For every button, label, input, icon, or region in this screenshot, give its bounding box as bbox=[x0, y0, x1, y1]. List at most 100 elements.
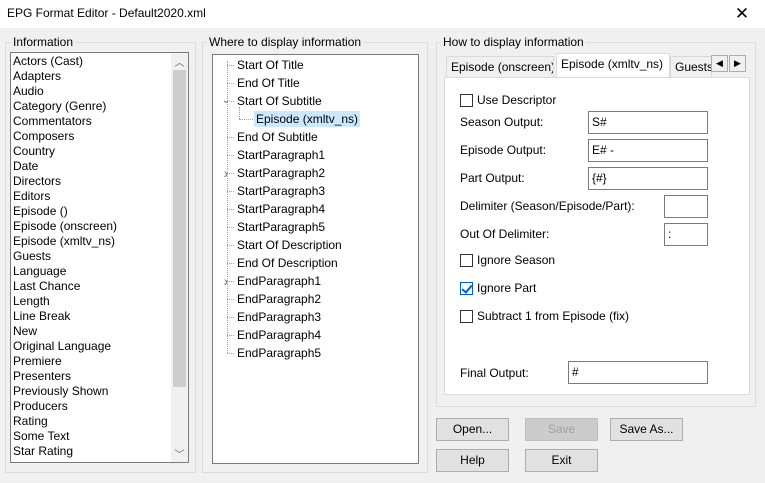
tree-item[interactable]: End Of Title bbox=[235, 75, 302, 91]
tree-item[interactable]: End Of Description bbox=[235, 255, 340, 271]
tree-connector bbox=[239, 107, 240, 119]
information-scrollbar[interactable]: ︿ ﹀ bbox=[171, 53, 188, 462]
tree-item[interactable]: EndParagraph5 bbox=[235, 345, 323, 361]
tree-item[interactable]: StartParagraph5 bbox=[235, 219, 327, 235]
list-item[interactable]: Guests bbox=[13, 249, 51, 264]
episode-output-label: Episode Output: bbox=[460, 143, 547, 157]
tree-connector bbox=[227, 155, 234, 156]
list-item[interactable]: Country bbox=[13, 144, 55, 159]
help-button[interactable]: Help bbox=[436, 449, 509, 472]
list-item[interactable]: New bbox=[13, 324, 37, 339]
use-descriptor-label: Use Descriptor bbox=[477, 93, 557, 107]
tree-connector bbox=[227, 137, 234, 138]
list-item[interactable]: Rating bbox=[13, 414, 48, 429]
list-item[interactable]: Category (Genre) bbox=[13, 99, 106, 114]
save-button[interactable]: Save bbox=[525, 418, 598, 441]
tree-connector bbox=[227, 209, 234, 210]
ignore-season-label: Ignore Season bbox=[477, 253, 556, 267]
open-button[interactable]: Open... bbox=[436, 418, 509, 441]
list-item[interactable]: Previously Shown bbox=[13, 384, 108, 399]
final-output-label: Final Output: bbox=[460, 366, 529, 380]
tree-connector bbox=[227, 65, 234, 66]
exit-button[interactable]: Exit bbox=[525, 449, 598, 472]
tree-item[interactable]: End Of Subtitle bbox=[235, 129, 320, 145]
scroll-up-icon[interactable]: ︿ bbox=[171, 53, 188, 70]
subtract-episode-checkbox[interactable]: Subtract 1 from Episode (fix) bbox=[460, 308, 629, 324]
list-item[interactable]: Original Language bbox=[13, 339, 111, 354]
tab-guests[interactable]: Guests bbox=[670, 56, 712, 77]
chevron-right-icon[interactable]: › bbox=[221, 273, 231, 289]
tree-connector bbox=[239, 119, 253, 120]
tab-scroll-right-icon[interactable]: ▶ bbox=[729, 55, 746, 72]
tree-item[interactable]: EndParagraph4 bbox=[235, 327, 323, 343]
list-item[interactable]: Presenters bbox=[13, 369, 71, 384]
season-output-label: Season Output: bbox=[460, 115, 544, 129]
tree-item[interactable]: EndParagraph1 bbox=[235, 273, 323, 289]
tab-episode-onscreen[interactable]: Episode (onscreen) bbox=[446, 56, 554, 77]
tree-connector bbox=[227, 83, 234, 84]
tree-connector bbox=[227, 317, 234, 318]
tree-item[interactable]: StartParagraph4 bbox=[235, 201, 327, 217]
delimiter-field[interactable] bbox=[664, 195, 708, 218]
list-item[interactable]: Audio bbox=[13, 84, 44, 99]
tree-connector bbox=[227, 263, 234, 264]
checkbox-box bbox=[460, 93, 473, 107]
list-item[interactable]: Actors (Cast) bbox=[13, 54, 83, 69]
list-item[interactable]: Adapters bbox=[13, 69, 61, 84]
title-bar: EPG Format Editor - Default2020.xml ✕ bbox=[0, 0, 765, 28]
tab-episode-xmltv[interactable]: Episode (xmltv_ns) bbox=[556, 53, 670, 77]
episode-output-field[interactable]: E# - bbox=[588, 139, 708, 162]
window-title: EPG Format Editor - Default2020.xml bbox=[7, 6, 206, 20]
list-item[interactable]: Star Rating bbox=[13, 444, 73, 459]
list-item[interactable]: Premiere bbox=[13, 354, 62, 369]
list-item[interactable]: Some Text bbox=[13, 429, 69, 444]
delimiter-label: Delimiter (Season/Episode/Part): bbox=[460, 199, 635, 213]
part-output-label: Part Output: bbox=[460, 171, 525, 185]
ignore-season-checkbox[interactable]: Ignore Season bbox=[460, 252, 555, 268]
chevron-down-icon[interactable]: ⌄ bbox=[221, 93, 231, 109]
season-output-field[interactable]: S# bbox=[588, 111, 708, 134]
tree-item[interactable]: EndParagraph3 bbox=[235, 309, 323, 325]
part-output-field[interactable]: {#} bbox=[588, 167, 708, 190]
chevron-right-icon[interactable]: › bbox=[221, 165, 231, 181]
tree-item[interactable]: StartParagraph3 bbox=[235, 183, 327, 199]
close-icon[interactable]: ✕ bbox=[719, 0, 765, 28]
list-item[interactable]: Language bbox=[13, 264, 66, 279]
information-group-label: Information bbox=[11, 35, 76, 49]
list-item[interactable]: Date bbox=[13, 159, 38, 174]
where-treeview[interactable]: Start Of Title End Of Title ⌄ Start Of Subt… bbox=[212, 54, 419, 464]
list-item[interactable]: Producers bbox=[13, 399, 68, 414]
out-delimiter-field[interactable]: : bbox=[664, 223, 708, 246]
tree-child-item[interactable]: Episode (xmltv_ns) bbox=[254, 111, 361, 127]
ignore-part-label: Ignore Part bbox=[477, 281, 537, 295]
list-item[interactable]: Last Chance bbox=[13, 279, 80, 294]
ignore-part-checkbox[interactable]: Ignore Part bbox=[460, 280, 536, 296]
tab-scroll-left-icon[interactable]: ◀ bbox=[711, 55, 728, 72]
use-descriptor-checkbox[interactable]: Use Descriptor bbox=[460, 92, 556, 108]
final-output-field[interactable]: # bbox=[568, 361, 708, 384]
list-item[interactable]: Commentators bbox=[13, 114, 92, 129]
list-item[interactable]: Length bbox=[13, 294, 50, 309]
tree-connector bbox=[227, 335, 234, 336]
tree-connector bbox=[227, 299, 234, 300]
list-item[interactable]: Editors bbox=[13, 189, 50, 204]
list-item[interactable]: Episode (onscreen) bbox=[13, 219, 117, 234]
save-as-button[interactable]: Save As... bbox=[610, 418, 683, 441]
tree-item[interactable]: StartParagraph2 bbox=[235, 165, 327, 181]
tree-item[interactable]: Start Of Description bbox=[235, 237, 344, 253]
list-item[interactable]: Episode (xmltv_ns) bbox=[13, 234, 115, 249]
list-item[interactable]: Line Break bbox=[13, 309, 70, 324]
information-listbox[interactable]: ︿ ﹀ Actors (Cast) Adapters Audio Category (… bbox=[10, 52, 189, 463]
tree-item[interactable]: StartParagraph1 bbox=[235, 147, 327, 163]
list-item[interactable]: Episode () bbox=[13, 204, 68, 219]
where-group-label: Where to display information bbox=[207, 35, 364, 49]
list-item[interactable]: Directors bbox=[13, 174, 61, 189]
list-item[interactable]: Composers bbox=[13, 129, 74, 144]
tree-connector bbox=[227, 227, 234, 228]
scrollbar-thumb[interactable] bbox=[173, 70, 186, 387]
tree-item[interactable]: Start Of Subtitle bbox=[235, 93, 324, 109]
checkbox-box bbox=[460, 309, 473, 323]
scroll-down-icon[interactable]: ﹀ bbox=[171, 445, 188, 462]
tree-item[interactable]: EndParagraph2 bbox=[235, 291, 323, 307]
tree-item[interactable]: Start Of Title bbox=[235, 57, 306, 73]
